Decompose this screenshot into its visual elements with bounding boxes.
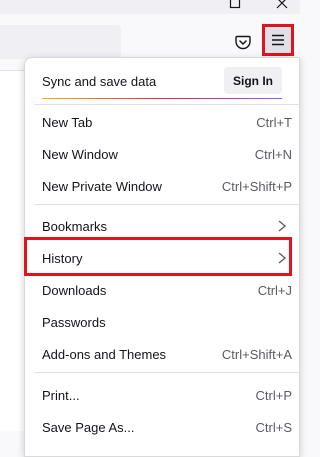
menu-item-save-page-as[interactable]: Save Page As... Ctrl+S: [34, 411, 292, 443]
title-bar: [0, 0, 300, 14]
menu-item-shortcut: Ctrl+N: [254, 147, 292, 162]
menu-separator: [34, 372, 299, 373]
menu-item-label: Add-ons and Themes: [42, 347, 167, 362]
sync-label: Sync and save data: [42, 74, 157, 89]
close-icon: [276, 0, 288, 9]
menu-item-label: New Tab: [42, 115, 93, 130]
hamburger-menu-icon: [272, 34, 284, 46]
maximize-icon: [229, 0, 241, 9]
save-to-pocket-button[interactable]: [232, 31, 254, 53]
menu-item-new-tab[interactable]: New Tab Ctrl+T: [34, 106, 292, 138]
menu-item-label: New Window: [42, 147, 118, 162]
menu-separator: [34, 204, 299, 205]
menu-item-shortcut: Ctrl+P: [255, 388, 292, 403]
menu-item-shortcut: Ctrl+S: [255, 420, 292, 435]
maximize-button[interactable]: [225, 0, 245, 12]
menu-item-print[interactable]: Print... Ctrl+P: [34, 379, 292, 411]
app-menu-panel: Sync and save data Sign In New Tab Ctrl+…: [24, 57, 300, 457]
chevron-right-icon: [278, 220, 287, 232]
menu-item-label: Passwords: [42, 315, 106, 330]
menu-item-new-private-window[interactable]: New Private Window Ctrl+Shift+P: [34, 170, 292, 202]
menu-item-addons-and-themes[interactable]: Add-ons and Themes Ctrl+Shift+A: [34, 338, 292, 370]
menu-item-label: Save Page As...: [42, 420, 135, 435]
url-bar[interactable]: [0, 25, 121, 59]
close-window-button[interactable]: [272, 0, 292, 12]
menu-item-label: Downloads: [42, 283, 107, 298]
menu-item-shortcut: Ctrl+J: [257, 283, 292, 298]
menu-item-passwords[interactable]: Passwords: [34, 306, 292, 338]
menu-item-history[interactable]: History: [34, 242, 292, 274]
menu-item-label: History: [42, 251, 83, 266]
sync-divider: [42, 98, 282, 99]
menu-item-shortcut: Ctrl+T: [256, 115, 292, 130]
menu-item-downloads[interactable]: Downloads Ctrl+J: [34, 274, 292, 306]
menu-separator: [34, 104, 299, 105]
menu-item-shortcut: Ctrl+Shift+P: [221, 179, 292, 194]
menu-item-shortcut: Ctrl+Shift+A: [221, 347, 292, 362]
sign-in-button[interactable]: Sign In: [224, 67, 282, 94]
menu-item-label: New Private Window: [42, 179, 162, 194]
pocket-icon: [235, 35, 251, 49]
open-application-menu-button[interactable]: [262, 24, 294, 56]
menu-item-label: Bookmarks: [42, 219, 108, 234]
menu-item-label: Print...: [42, 388, 80, 403]
menu-item-bookmarks[interactable]: Bookmarks: [34, 210, 292, 242]
chevron-right-icon: [278, 252, 287, 264]
menu-item-new-window[interactable]: New Window Ctrl+N: [34, 138, 292, 170]
